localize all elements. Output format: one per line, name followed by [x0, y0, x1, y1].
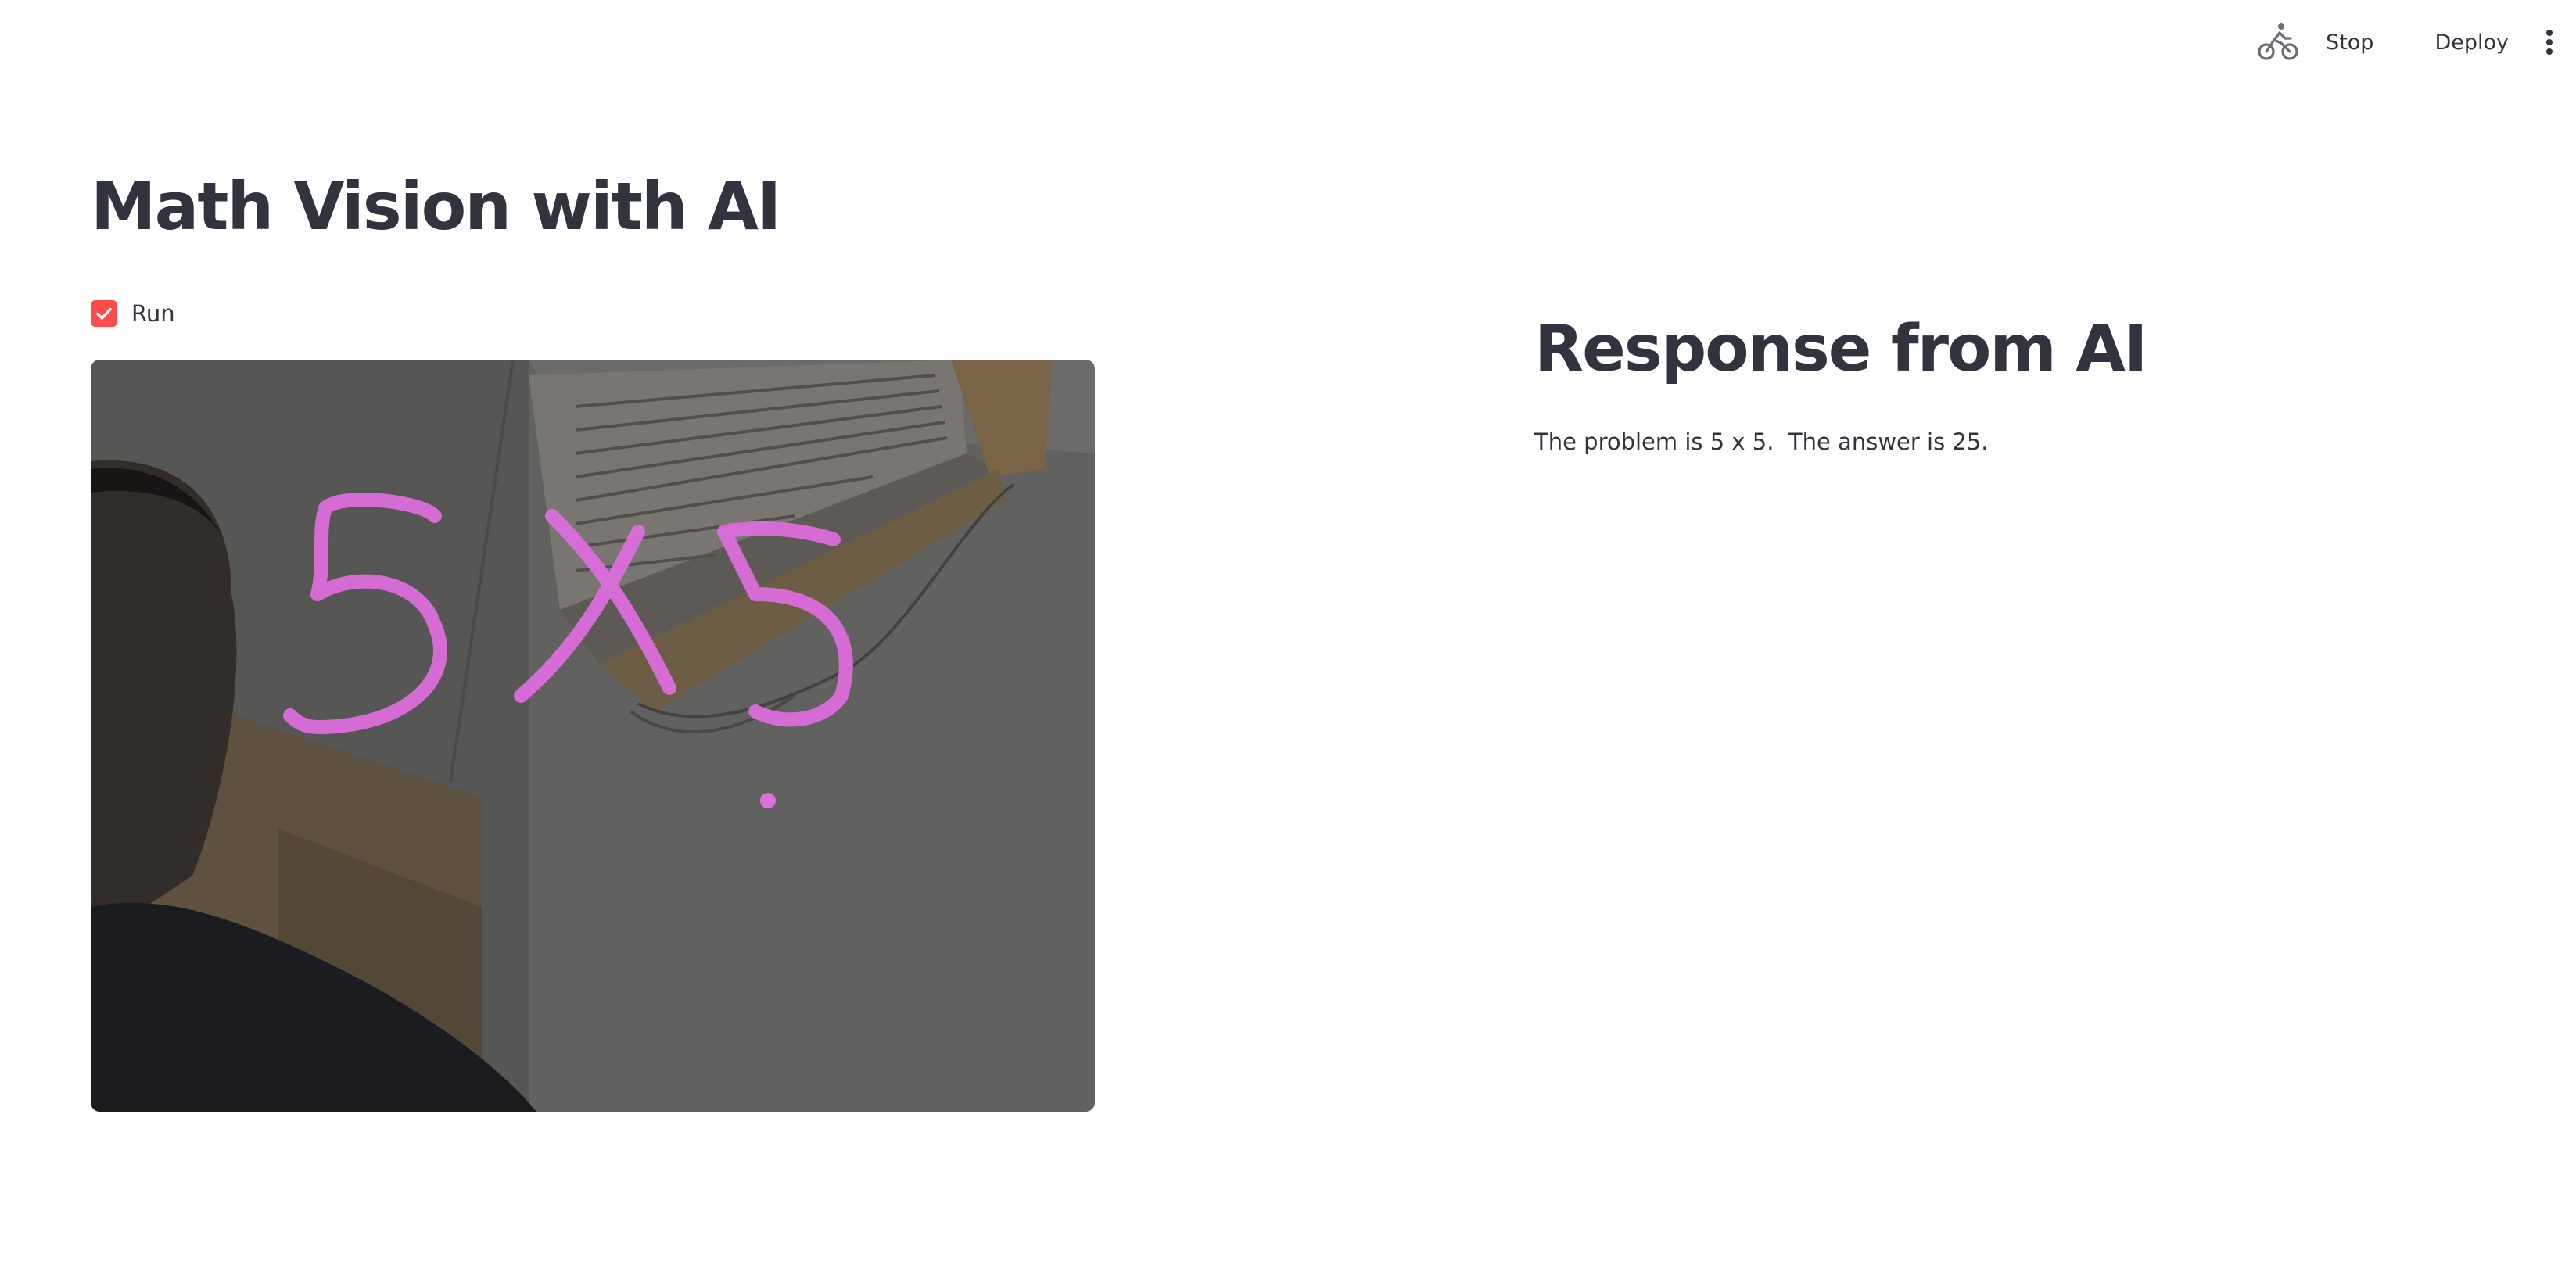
checkbox-box[interactable] — [91, 300, 117, 327]
stop-button[interactable]: Stop — [2312, 23, 2388, 63]
app-page: Stop Deploy Math Vision with AI Run Resp… — [0, 0, 2576, 1265]
vertical-ellipsis-icon — [2546, 30, 2553, 55]
deploy-button[interactable]: Deploy — [2420, 23, 2523, 63]
checkmark-icon — [96, 307, 112, 320]
run-checkbox-label: Run — [131, 300, 175, 327]
main-menu-button[interactable] — [2534, 19, 2565, 66]
response-text: The problem is 5 x 5. The answer is 25. — [1534, 428, 1989, 455]
page-title: Math Vision with AI — [91, 168, 781, 245]
response-heading: Response from AI — [1534, 312, 2147, 386]
cyclist-running-icon — [2255, 20, 2301, 65]
run-checkbox[interactable]: Run — [91, 300, 175, 327]
header-toolbar: Stop Deploy — [2255, 19, 2565, 66]
camera-feed-image — [91, 360, 1095, 1112]
